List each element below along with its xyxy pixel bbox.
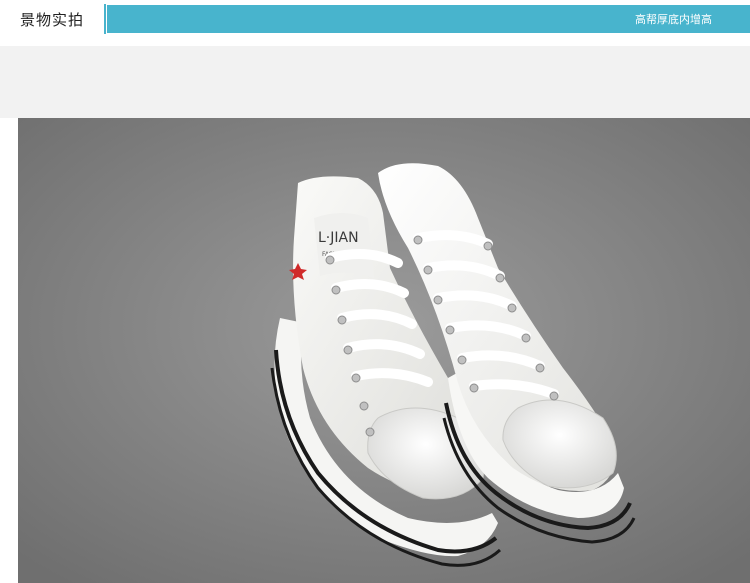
page-header: 景物实拍 高帮厚底内增高 [0, 0, 750, 36]
section-title-box: 景物实拍 [0, 4, 106, 34]
sneaker-illustration: L·JIAN FASHION [18, 118, 750, 583]
separator-strip [0, 46, 750, 118]
header-accent-bar: 高帮厚底内增高 [107, 5, 750, 33]
product-photo: L·JIAN FASHION [18, 118, 750, 583]
brand-label: L·JIAN [318, 230, 359, 246]
header-tagline: 高帮厚底内增高 [635, 13, 712, 26]
section-title: 景物实拍 [19, 10, 84, 29]
